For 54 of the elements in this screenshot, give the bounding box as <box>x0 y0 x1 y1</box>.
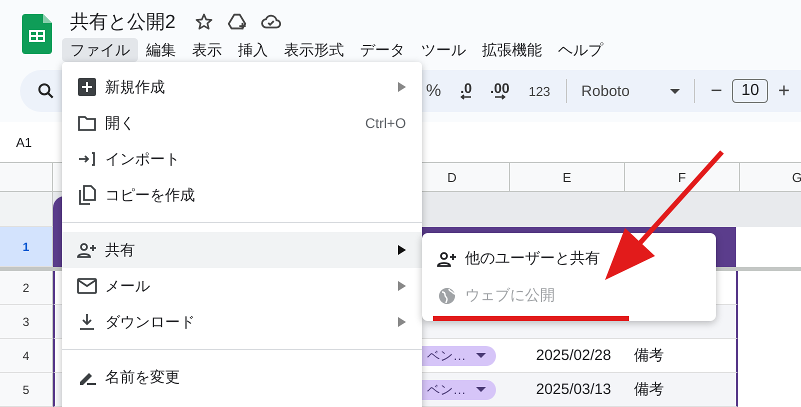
row-header[interactable]: 4 <box>0 339 53 373</box>
font-dropdown[interactable]: Roboto <box>573 82 688 100</box>
row-header[interactable]: 1 <box>0 227 53 267</box>
column-header[interactable]: F <box>624 163 739 191</box>
menu-item[interactable]: 開く Ctrl+O <box>62 105 422 141</box>
row-header[interactable]: 5 <box>0 373 53 407</box>
number-format-button[interactable]: 123 <box>518 84 560 98</box>
row-header[interactable]: 3 <box>0 305 53 339</box>
search-icon[interactable] <box>36 81 56 101</box>
menu-item[interactable]: 編集 <box>138 38 184 62</box>
right-arrow-icon <box>494 94 506 100</box>
menu-item[interactable]: メール <box>62 268 422 304</box>
date-cell: 2025/03/13 <box>536 381 612 398</box>
table-cell: 備考 <box>634 380 664 399</box>
document-title[interactable]: 共有と公開2 <box>70 9 176 35</box>
menu-item[interactable]: 新規作成 <box>62 69 422 105</box>
shortcut-text: Ctrl+O <box>365 115 406 131</box>
plus-square-icon <box>77 78 97 96</box>
import-icon <box>77 151 97 167</box>
menu-item[interactable]: ファイル <box>62 38 138 62</box>
increase-font-size-button[interactable]: + <box>768 80 800 102</box>
menu-item[interactable]: ヘルプ <box>550 38 611 62</box>
name-box[interactable]: A1 <box>16 134 32 150</box>
download-icon <box>77 313 97 331</box>
caret-icon <box>476 353 486 358</box>
column-header[interactable]: G <box>739 163 801 191</box>
menu-item[interactable]: データ <box>352 38 413 62</box>
mail-icon <box>77 278 97 294</box>
menu-item[interactable]: 他のユーザーと共有 <box>422 240 716 277</box>
copy-icon <box>77 185 97 205</box>
folder-icon <box>77 115 97 131</box>
caret-icon <box>476 387 486 392</box>
menu-item[interactable]: 表示形式 <box>276 38 352 62</box>
increase-decimal-button[interactable]: .00 <box>481 82 519 100</box>
menu-item[interactable]: 共有 <box>62 232 422 268</box>
star-icon[interactable] <box>194 12 214 32</box>
font-size-field[interactable]: 10 <box>732 79 768 103</box>
add-person-icon <box>77 242 97 258</box>
left-arrow-icon <box>460 94 472 100</box>
column-header[interactable]: E <box>509 163 624 191</box>
menu-item: ウェブに公開 <box>422 277 716 314</box>
menu-item[interactable]: 挿入 <box>230 38 276 62</box>
add-person-icon <box>437 250 457 266</box>
table-cell: 備考 <box>634 346 664 365</box>
caret-icon <box>670 88 680 94</box>
menu-item[interactable]: 拡張機能 <box>474 38 550 62</box>
menu-item[interactable]: 表示 <box>184 38 230 62</box>
row-header[interactable]: 2 <box>0 271 53 305</box>
globe-icon <box>437 286 457 304</box>
decrease-decimal-button[interactable]: .0 <box>451 82 482 100</box>
date-cell: 2025/02/28 <box>536 347 612 364</box>
menu-item[interactable]: ツール <box>413 38 474 62</box>
sheets-logo-icon[interactable] <box>22 14 52 54</box>
decrease-font-size-button[interactable]: − <box>700 80 732 102</box>
